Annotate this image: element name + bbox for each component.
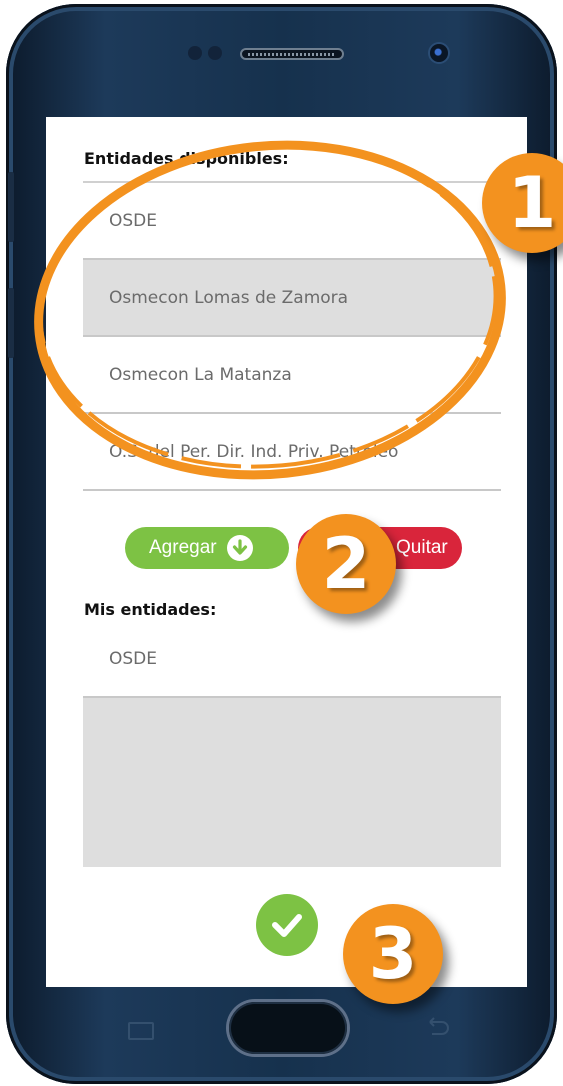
list-item[interactable]: Osmecon La Matanza — [83, 337, 501, 414]
remove-button-label: Quitar — [396, 537, 448, 558]
check-icon — [272, 914, 302, 937]
list-item-selected[interactable]: Osmecon Lomas de Zamora — [83, 260, 501, 337]
mine-list: OSDE — [83, 621, 501, 698]
back-icon[interactable] — [422, 1016, 452, 1040]
confirm-button[interactable] — [256, 894, 318, 956]
app-screen: Entidades disponibles: OSDE Osmecon Loma… — [46, 117, 527, 987]
list-item[interactable]: OSDE — [83, 183, 501, 260]
light-sensor — [208, 46, 222, 60]
available-list: OSDE Osmecon Lomas de Zamora Osmecon La … — [83, 181, 501, 491]
phone-frame: Entidades disponibles: OSDE Osmecon Loma… — [6, 4, 557, 1084]
list-item[interactable]: OSDE — [83, 621, 501, 698]
volume-up-button — [8, 172, 14, 242]
list-item[interactable]: O.S. del Per. Dir. Ind. Priv. Petróleo — [83, 414, 501, 491]
add-button-label: Agregar — [149, 537, 217, 558]
earpiece-speaker — [240, 48, 344, 60]
step-badge-3: 3 — [343, 904, 443, 1004]
step-badge-2: 2 — [296, 514, 396, 614]
home-button[interactable] — [229, 1002, 347, 1054]
available-title: Entidades disponibles: — [84, 149, 289, 168]
volume-down-button — [8, 288, 14, 358]
add-button[interactable]: Agregar — [125, 527, 289, 569]
recent-apps-icon[interactable] — [128, 1022, 154, 1040]
mine-title: Mis entidades: — [84, 600, 217, 619]
arrow-down-icon — [226, 535, 253, 561]
proximity-sensor — [188, 46, 202, 60]
front-camera — [430, 44, 448, 62]
